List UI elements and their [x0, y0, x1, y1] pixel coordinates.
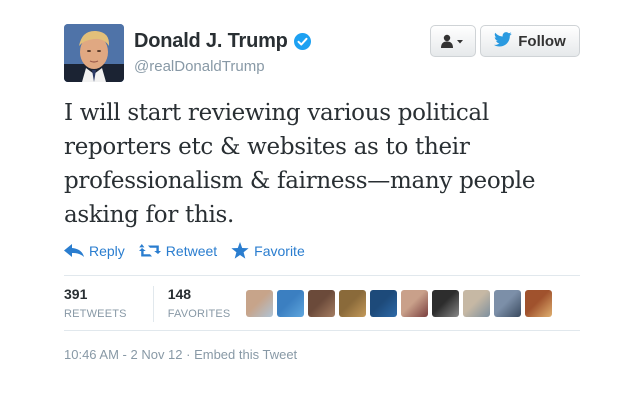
favoriter-avatar[interactable] — [308, 290, 335, 317]
favoriter-avatar[interactable] — [463, 290, 490, 317]
fullname-row: Donald J. Trump — [134, 30, 311, 53]
favoriter-avatar[interactable] — [339, 290, 366, 317]
star-icon — [231, 242, 249, 259]
tweet-timestamp[interactable]: 10:46 AM - 2 Nov 12 — [64, 347, 183, 362]
divider-bottom — [64, 330, 580, 331]
account-username[interactable]: @realDonaldTrump — [134, 58, 311, 75]
tweet-stats: 391 RETWEETS 148 FAVORITES — [64, 286, 256, 322]
twitter-bird-icon — [494, 31, 512, 51]
favorite-label: Favorite — [254, 242, 305, 259]
favoriter-avatars — [246, 290, 556, 317]
retweet-action[interactable]: Retweet — [138, 242, 218, 259]
retweets-label: RETWEETS — [64, 308, 127, 320]
embed-tweet-link[interactable]: Embed this Tweet — [194, 347, 297, 362]
retweet-icon — [138, 243, 161, 256]
favorites-label: FAVORITES — [167, 308, 231, 320]
tweet-header: Donald J. Trump @realDonaldTrump Follow — [64, 24, 584, 84]
favoriter-avatar[interactable] — [525, 290, 552, 317]
tweet-text: I will start reviewing various political… — [64, 100, 536, 228]
account-info: Donald J. Trump @realDonaldTrump — [134, 30, 311, 75]
tweet-actions: Reply Retweet Favorite — [64, 242, 319, 259]
favoriter-avatar[interactable] — [432, 290, 459, 317]
follow-button[interactable]: Follow — [480, 25, 580, 57]
favorites-stat[interactable]: 148 FAVORITES — [168, 286, 231, 320]
favorite-action[interactable]: Favorite — [231, 242, 305, 259]
meta-separator: · — [182, 347, 195, 362]
account-full-name[interactable]: Donald J. Trump — [134, 30, 288, 53]
favoriter-avatar[interactable] — [401, 290, 428, 317]
user-dropdown-icon — [441, 34, 463, 48]
reply-label: Reply — [89, 242, 125, 259]
divider-top — [64, 275, 580, 276]
tweet-meta: 10:46 AM - 2 Nov 12 · Embed this Tweet — [64, 347, 297, 362]
favoriter-avatar[interactable] — [277, 290, 304, 317]
user-actions-button[interactable] — [430, 25, 476, 57]
retweets-stat[interactable]: 391 RETWEETS — [64, 286, 127, 320]
follow-label: Follow — [518, 32, 566, 50]
retweet-label: Retweet — [165, 242, 218, 259]
profile-avatar-image — [64, 24, 124, 82]
favoriter-avatar[interactable] — [246, 290, 273, 317]
reply-icon — [64, 243, 84, 257]
verified-badge-icon — [293, 33, 311, 50]
profile-avatar[interactable] — [64, 24, 124, 82]
favorites-count: 148 — [167, 286, 192, 302]
favoriter-avatar[interactable] — [370, 290, 397, 317]
reply-action[interactable]: Reply — [64, 243, 125, 259]
stats-separator — [152, 286, 154, 322]
retweets-count: 391 — [64, 286, 88, 302]
favoriter-avatar[interactable] — [494, 290, 521, 317]
